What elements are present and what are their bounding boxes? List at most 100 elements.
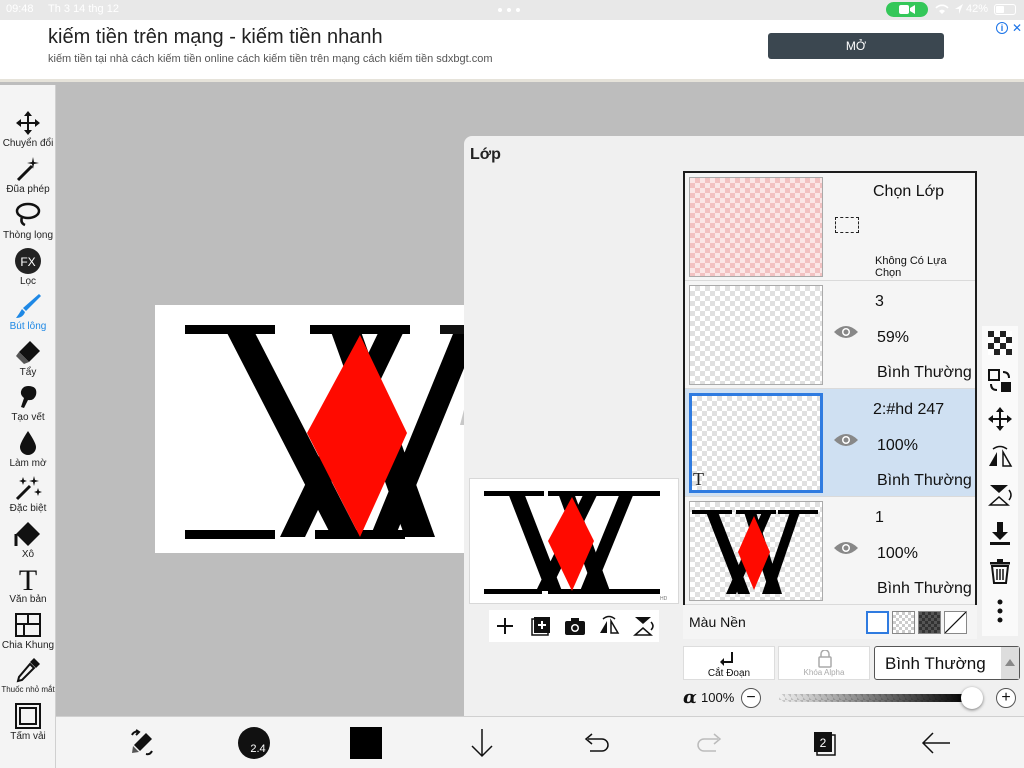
bg-white-swatch[interactable] bbox=[866, 611, 889, 634]
frame-divider-icon bbox=[15, 613, 41, 637]
bottom-toolbar: 2.4 2 bbox=[56, 716, 1024, 768]
tool-label: Bút lông bbox=[9, 321, 47, 332]
background-color-label: Màu Nền bbox=[689, 614, 746, 630]
selection-layer-thumbnail bbox=[689, 177, 823, 277]
more-options-icon[interactable] bbox=[987, 598, 1013, 624]
brush-icon bbox=[16, 294, 41, 318]
layer-preview: HD bbox=[469, 478, 679, 604]
ad-close-icon[interactable]: ✕ bbox=[1012, 21, 1022, 35]
blend-mode-dropdown[interactable] bbox=[1001, 647, 1019, 679]
preview-watermark: HD bbox=[660, 596, 668, 602]
bg-transparent-swatch[interactable] bbox=[892, 611, 915, 634]
layers-button[interactable]: 2 bbox=[806, 725, 842, 761]
tool-smudge[interactable]: Tạo vết bbox=[0, 383, 56, 423]
layer-action-bar bbox=[489, 610, 659, 642]
opacity-value: 100% bbox=[701, 690, 735, 705]
transfer-layer-icon[interactable] bbox=[987, 368, 1013, 394]
clipping-button[interactable]: Cắt Đoạn bbox=[683, 646, 775, 680]
tool-lasso[interactable]: Thòng lọng bbox=[0, 201, 56, 241]
text-layer-badge: T bbox=[693, 469, 704, 489]
layer-side-toolbar bbox=[982, 326, 1018, 636]
checkerboard-icon[interactable] bbox=[987, 330, 1013, 356]
tool-label: Lọc bbox=[19, 276, 37, 287]
trash-icon[interactable] bbox=[987, 558, 1013, 584]
tool-sidebar: Chuyển đổi Đũa phép Thòng lọng FX Lọc Bú… bbox=[0, 85, 56, 768]
layer-thumbnail-artwork bbox=[692, 510, 818, 594]
bg-none-swatch[interactable] bbox=[944, 611, 967, 634]
brush-size-indicator[interactable]: 2.4 bbox=[236, 725, 272, 761]
eye-icon[interactable] bbox=[833, 323, 859, 341]
text-glyph: T bbox=[19, 565, 37, 593]
background-color-row: Màu Nền bbox=[683, 605, 977, 639]
layers-panel: Lớp HD Chọn Lớp Không Có Lựa Chọn 3 59% … bbox=[464, 136, 1024, 716]
chevron-up-icon bbox=[1005, 659, 1015, 666]
layer-opacity: 59% bbox=[877, 329, 910, 346]
layer-row-selected[interactable]: T 2:#hd 247 100% Bình Thường bbox=[685, 389, 975, 497]
layer-opacity: 100% bbox=[877, 437, 918, 454]
tool-filter[interactable]: FX Lọc bbox=[0, 247, 56, 287]
blend-mode-value: Bình Thường bbox=[885, 654, 986, 673]
tool-label: Thuốc nhỏ mắt bbox=[1, 685, 55, 694]
layer-thumbnail bbox=[689, 393, 823, 493]
tool-label: Tạo vết bbox=[11, 412, 45, 423]
alpha-lock-button[interactable]: Khóa Alpha bbox=[778, 646, 870, 680]
add-layer-copy-icon[interactable] bbox=[529, 614, 553, 638]
flip-vertical-icon[interactable] bbox=[987, 482, 1013, 508]
arrow-down-icon[interactable] bbox=[464, 725, 500, 761]
alpha-symbol: α bbox=[683, 687, 697, 708]
bg-dark-swatch[interactable] bbox=[918, 611, 941, 634]
tool-text[interactable]: T Văn bản bbox=[0, 565, 56, 605]
layer-name: 1 bbox=[875, 509, 884, 526]
ad-open-button[interactable]: MỞ bbox=[768, 33, 944, 59]
add-layer-icon[interactable] bbox=[493, 614, 517, 638]
tool-canvas[interactable]: Tấm vải bbox=[0, 702, 56, 742]
tool-magic-wand[interactable]: Đũa phép bbox=[0, 155, 56, 195]
layer-row[interactable]: 3 59% Bình Thường bbox=[685, 281, 975, 389]
tool-eyedropper[interactable]: Thuốc nhỏ mắt bbox=[0, 656, 56, 694]
ad-info-icon[interactable]: i bbox=[996, 22, 1008, 34]
tool-special[interactable]: Đặc biệt bbox=[0, 474, 56, 514]
tool-blur[interactable]: Làm mờ bbox=[0, 429, 56, 469]
primary-color-swatch[interactable] bbox=[350, 727, 382, 759]
blur-icon bbox=[20, 431, 36, 455]
smudge-icon bbox=[20, 386, 37, 408]
fx-icon: FX bbox=[15, 248, 41, 274]
back-arrow-icon[interactable] bbox=[918, 725, 954, 761]
eraser-icon bbox=[16, 341, 40, 364]
tool-transform[interactable]: Chuyển đổi bbox=[0, 109, 56, 149]
layer-thumbnail bbox=[689, 501, 823, 601]
ad-banner[interactable]: kiếm tiền trên mạng - kiếm tiền nhanh ki… bbox=[0, 20, 1024, 82]
multitask-dots[interactable] bbox=[498, 8, 526, 12]
layer-row[interactable]: 1 100% Bình Thường bbox=[685, 497, 975, 605]
toggle-tools-icon[interactable] bbox=[124, 725, 160, 761]
selection-layer-title: Chọn Lớp bbox=[873, 183, 944, 200]
tool-eraser[interactable]: Tẩy bbox=[0, 338, 56, 378]
opacity-slider[interactable] bbox=[779, 694, 969, 702]
undo-icon[interactable] bbox=[578, 725, 614, 761]
ad-title[interactable]: kiếm tiền trên mạng - kiếm tiền nhanh bbox=[48, 26, 383, 49]
redo-icon[interactable] bbox=[692, 725, 728, 761]
camera-icon[interactable] bbox=[563, 614, 587, 638]
flip-horizontal-icon[interactable] bbox=[987, 444, 1013, 470]
opacity-increase-button[interactable]: + bbox=[996, 688, 1016, 708]
ad-description[interactable]: kiếm tiền tại nhà cách kiếm tiền online … bbox=[48, 53, 493, 65]
tool-label: Văn bản bbox=[9, 594, 47, 605]
tool-bucket[interactable]: Xô bbox=[0, 520, 56, 560]
opacity-slider-handle[interactable] bbox=[961, 687, 983, 709]
bucket-icon bbox=[14, 522, 40, 546]
flip-horizontal-icon[interactable] bbox=[597, 614, 621, 638]
merge-down-icon[interactable] bbox=[987, 520, 1013, 546]
opacity-decrease-button[interactable]: − bbox=[741, 688, 761, 708]
tool-brush[interactable]: Bút lông bbox=[0, 292, 56, 332]
tool-frame-divider[interactable]: Chia Khung bbox=[0, 611, 56, 651]
tool-label: Tấm vải bbox=[10, 731, 46, 742]
selection-layer-row[interactable]: Chọn Lớp Không Có Lựa Chọn bbox=[685, 173, 975, 281]
layer-thumbnail bbox=[689, 285, 823, 385]
flip-vertical-icon[interactable] bbox=[631, 614, 655, 638]
eye-icon[interactable] bbox=[833, 431, 859, 449]
blend-mode-select[interactable]: Bình Thường bbox=[874, 646, 1020, 680]
layer-blend-mode: Bình Thường bbox=[877, 364, 972, 381]
status-date: Th 3 14 thg 12 bbox=[48, 3, 119, 15]
move-icon[interactable] bbox=[987, 406, 1013, 432]
eye-icon[interactable] bbox=[833, 539, 859, 557]
